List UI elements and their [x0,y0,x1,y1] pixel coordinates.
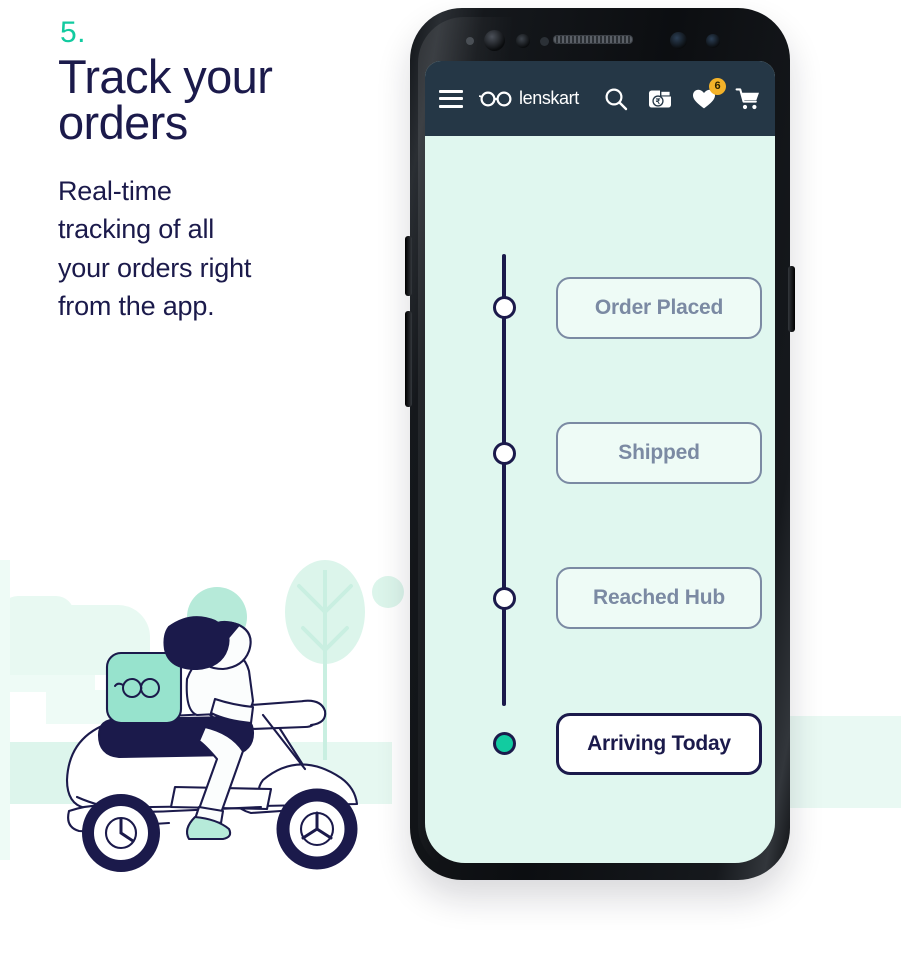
timeline-node-1[interactable] [493,296,516,319]
phone-sensor-cluster [418,26,782,52]
tracking-step-arriving-today[interactable]: Arriving Today [556,713,762,775]
volume-down-button[interactable] [405,311,412,407]
lenskart-glasses-logo-icon [479,90,512,107]
sensor-right-icon [706,34,720,48]
slide-canvas: 5. Track your orders Real-time tracking … [0,0,901,969]
proximity-sensor-icon [540,37,549,46]
timeline-rail [502,254,506,706]
page-description: Real-time tracking of all your orders ri… [58,176,252,322]
order-tracking-timeline: Order Placed Shipped Reached Hub Arrivin… [425,136,775,863]
earpiece-speaker [552,35,633,44]
delivery-scooter-illustration [65,616,359,872]
brand-name: lenskart [519,88,579,108]
search-icon[interactable] [603,86,629,112]
timeline-node-2[interactable] [493,442,516,465]
tracking-step-reached-hub[interactable]: Reached Hub [556,567,762,629]
volume-up-button[interactable] [405,236,412,296]
brand-logo[interactable]: lenskart [479,88,579,109]
hamburger-menu-icon[interactable] [439,89,463,108]
iris-scanner-icon [516,34,530,48]
sensor-left-icon [670,32,687,49]
ambient-sensor-icon [466,37,474,45]
step-number: 5. [60,16,87,49]
timeline-node-3[interactable] [493,587,516,610]
svg-text:₹: ₹ [656,97,661,106]
tracking-step-shipped[interactable]: Shipped [556,422,762,484]
wishlist-count-badge: 6 [709,77,726,95]
phone-screen: lenskart ₹ 6 Order Placed Shipped Reache… [425,61,775,863]
timeline-node-4[interactable] [493,732,516,755]
wallet-rupee-icon[interactable]: ₹ [647,86,673,112]
app-bar: lenskart ₹ 6 [425,61,775,136]
slide-copy: 5. Track your orders Real-time tracking … [58,18,388,325]
shopping-cart-icon[interactable] [735,86,761,112]
wishlist-heart-icon[interactable]: 6 [691,77,726,112]
tracking-step-order-placed[interactable]: Order Placed [556,277,762,339]
power-button[interactable] [788,266,795,332]
page-title: Track your orders [58,50,273,150]
front-camera-icon [484,30,505,51]
phone-mockup: lenskart ₹ 6 Order Placed Shipped Reache… [400,8,800,880]
